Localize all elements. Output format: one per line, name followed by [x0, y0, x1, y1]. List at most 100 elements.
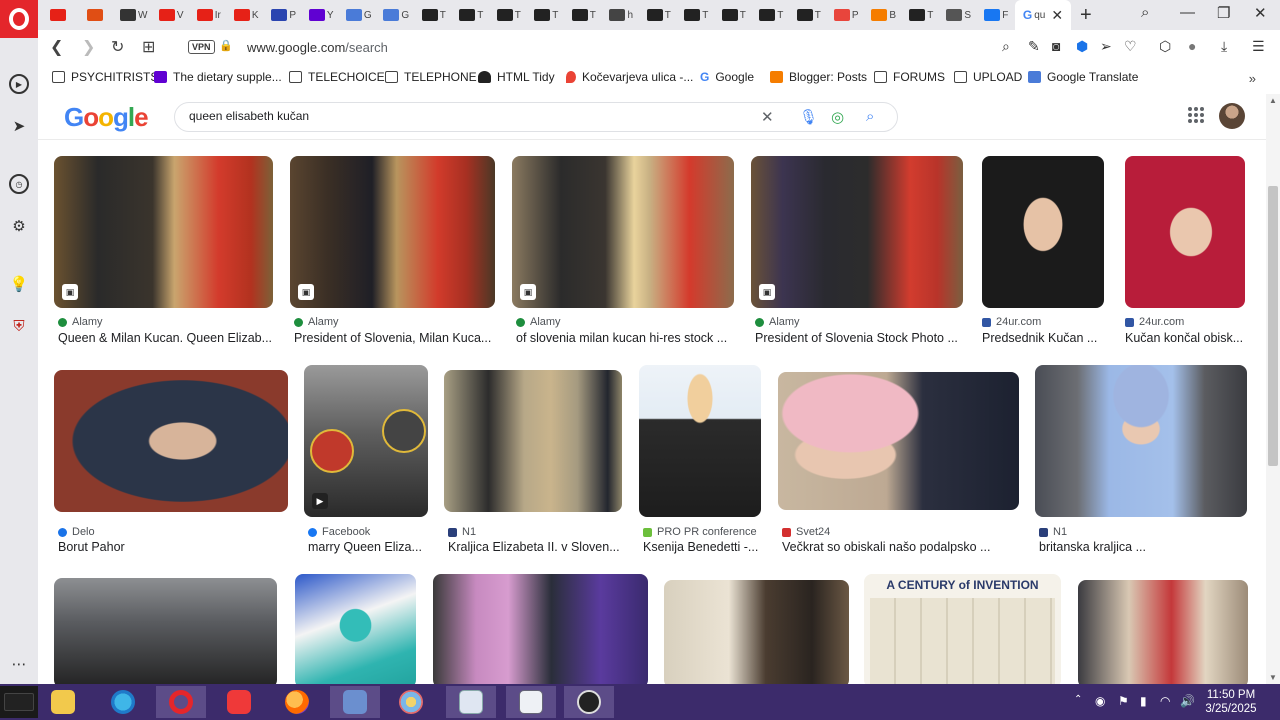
- browser-tab[interactable]: Y: [303, 0, 341, 30]
- browser-tab[interactable]: T: [415, 0, 453, 30]
- bookmark-google-translate[interactable]: Google Translate: [1028, 70, 1138, 84]
- tray-overflow-icon[interactable]: ⌃: [1074, 694, 1082, 705]
- result-title[interactable]: Queen & Milan Kucan. Queen Elizab...: [58, 331, 273, 345]
- browser-tab[interactable]: T: [528, 0, 566, 30]
- browser-tab[interactable]: [40, 0, 78, 30]
- result-source[interactable]: Delo: [58, 526, 95, 538]
- close-tab-icon[interactable]: ✕: [1051, 7, 1063, 24]
- reload-button[interactable]: ↻: [111, 37, 124, 57]
- edit-icon[interactable]: ✎: [1028, 38, 1040, 55]
- bookmark-telechoice[interactable]: TELECHOICE: [289, 70, 385, 84]
- minimize-button[interactable]: —: [1180, 4, 1195, 21]
- tab-active-google[interactable]: G qu ✕: [1015, 0, 1071, 30]
- heart-icon[interactable]: ♡: [1124, 38, 1137, 55]
- result-image[interactable]: [433, 574, 648, 684]
- result-image[interactable]: ▣: [751, 156, 963, 308]
- google-apps-icon[interactable]: [1188, 107, 1204, 123]
- search-input[interactable]: [189, 109, 729, 123]
- history-icon[interactable]: ◷: [9, 174, 29, 194]
- browser-tab[interactable]: [78, 0, 116, 30]
- result-source[interactable]: Alamy: [516, 316, 561, 328]
- result-image[interactable]: ▶: [304, 365, 428, 517]
- browser-tab[interactable]: T: [678, 0, 716, 30]
- voice-search-icon[interactable]: 🎙: [799, 108, 818, 126]
- adblock-shield-icon[interactable]: ⬢: [1076, 38, 1088, 55]
- share-icon[interactable]: ➢: [1100, 38, 1112, 55]
- taskbar-edge[interactable]: [98, 686, 148, 718]
- result-source[interactable]: Alamy: [58, 316, 103, 328]
- browser-tab[interactable]: T: [715, 0, 753, 30]
- bookmark-telephone[interactable]: TELEPHONE: [385, 70, 477, 84]
- taskbar-paint[interactable]: [386, 686, 436, 718]
- wifi-icon[interactable]: ◠: [1160, 694, 1170, 708]
- lens-search-icon[interactable]: ◎: [831, 108, 844, 126]
- result-title[interactable]: marry Queen Eliza...: [308, 540, 428, 554]
- search-icon[interactable]: ⌕: [866, 108, 874, 125]
- result-source[interactable]: N1: [1039, 526, 1067, 538]
- google-doodle-logo[interactable]: Google: [64, 102, 149, 133]
- result-image[interactable]: [1078, 580, 1248, 684]
- tab-grid-icon[interactable]: ⊞: [142, 37, 155, 57]
- result-image[interactable]: [1125, 156, 1245, 308]
- browser-tab[interactable]: K: [228, 0, 266, 30]
- result-source[interactable]: Alamy: [294, 316, 339, 328]
- taskbar-vivaldi[interactable]: [214, 686, 264, 718]
- result-image[interactable]: ▣: [54, 156, 273, 308]
- search-tabs-icon[interactable]: ⌕: [1141, 4, 1149, 21]
- browser-tab[interactable]: Ir: [190, 0, 228, 30]
- result-title[interactable]: Kraljica Elizabeta II. v Sloven...: [448, 540, 622, 554]
- result-source[interactable]: Svet24: [782, 526, 830, 538]
- vpn-badge[interactable]: VPN: [188, 40, 215, 54]
- browser-tab[interactable]: F: [978, 0, 1016, 30]
- browser-tab[interactable]: T: [753, 0, 791, 30]
- scroll-up-icon[interactable]: ▲: [1269, 96, 1277, 105]
- bookmark-google[interactable]: G Google: [700, 70, 754, 84]
- result-title[interactable]: Ksenija Benedetti -...: [643, 540, 761, 554]
- opera-logo[interactable]: [0, 0, 38, 38]
- clear-search-icon[interactable]: ✕: [761, 108, 774, 126]
- result-title[interactable]: of slovenia milan kucan hi-res stock ...: [516, 331, 734, 345]
- volume-icon[interactable]: 🔊: [1180, 694, 1195, 708]
- result-image[interactable]: [664, 580, 849, 684]
- taskbar-app-toolkit[interactable]: [330, 686, 380, 718]
- result-title[interactable]: Kučan končal obisk...: [1125, 331, 1247, 345]
- result-image[interactable]: ▣: [290, 156, 495, 308]
- browser-tab[interactable]: T: [640, 0, 678, 30]
- tray-app-icon[interactable]: ◉: [1095, 694, 1105, 708]
- lightbulb-icon[interactable]: 💡: [9, 274, 29, 294]
- extensions-cube-icon[interactable]: ⬡: [1159, 38, 1171, 55]
- player-icon[interactable]: ▶: [9, 74, 29, 94]
- taskbar-file-explorer[interactable]: [38, 686, 88, 718]
- browser-tab[interactable]: B: [865, 0, 903, 30]
- start-button[interactable]: [0, 686, 38, 718]
- result-image[interactable]: [778, 372, 1019, 510]
- browser-tab[interactable]: T: [565, 0, 603, 30]
- camera-icon[interactable]: ◙: [1052, 38, 1060, 54]
- taskbar-obs[interactable]: [564, 686, 614, 718]
- bookmark-html-tidy[interactable]: HTML Tidy: [478, 70, 555, 84]
- bookmark-upload[interactable]: UPLOAD: [954, 70, 1022, 84]
- maximize-button[interactable]: ❐: [1217, 4, 1230, 22]
- result-title[interactable]: President of Slovenia, Milan Kuca...: [294, 331, 495, 345]
- result-source[interactable]: 24ur.com: [982, 316, 1041, 328]
- url-field[interactable]: www.google.com/search: [247, 40, 388, 55]
- settings-gear-icon[interactable]: ⚙: [9, 216, 29, 236]
- result-title[interactable]: britanska kraljica ...: [1039, 540, 1247, 554]
- result-source[interactable]: Alamy: [755, 316, 800, 328]
- more-options-icon[interactable]: ⋯: [9, 654, 29, 674]
- result-image[interactable]: [639, 365, 761, 517]
- result-title[interactable]: President of Slovenia Stock Photo ...: [755, 331, 963, 345]
- zoom-search-icon[interactable]: ⌕: [1002, 38, 1010, 55]
- browser-tab[interactable]: G: [340, 0, 378, 30]
- close-window-button[interactable]: ✕: [1254, 4, 1267, 22]
- result-image[interactable]: [54, 578, 277, 684]
- browser-tab[interactable]: P: [265, 0, 303, 30]
- result-image[interactable]: ▣: [512, 156, 734, 308]
- browser-tab[interactable]: T: [790, 0, 828, 30]
- result-image[interactable]: [1035, 365, 1247, 517]
- result-source[interactable]: 24ur.com: [1125, 316, 1184, 328]
- bookmark-dietary[interactable]: The dietary supple...: [154, 70, 282, 84]
- bookmark-blogger[interactable]: Blogger: Posts: [770, 70, 867, 84]
- result-image[interactable]: A CENTURY of INVENTION: [864, 574, 1061, 684]
- system-clock[interactable]: 11:50 PM 3/25/2025: [1196, 688, 1266, 716]
